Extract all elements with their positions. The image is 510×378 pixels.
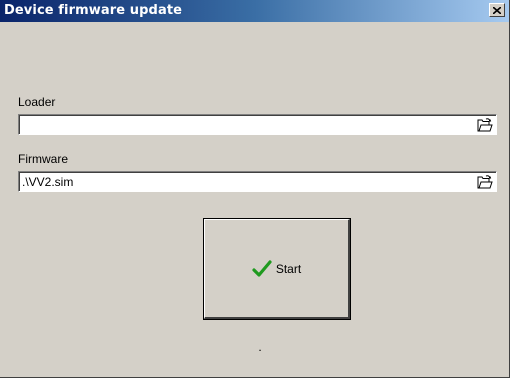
close-button[interactable]	[489, 3, 505, 17]
start-button-content: Start	[252, 259, 302, 278]
checkmark-icon	[252, 259, 272, 277]
title-bar[interactable]: Device firmware update	[0, 0, 509, 22]
loader-field[interactable]	[18, 114, 497, 135]
open-folder-icon	[477, 118, 493, 132]
firmware-path-text: .\VV2.sim	[22, 175, 74, 189]
start-button[interactable]: Start	[203, 218, 351, 320]
status-text: .	[258, 340, 262, 354]
firmware-update-dialog: Device firmware update Loader Firmware .…	[0, 0, 510, 378]
firmware-field[interactable]: .\VV2.sim	[18, 171, 497, 192]
start-button-label: Start	[275, 261, 302, 276]
firmware-browse-button[interactable]	[476, 174, 494, 190]
window-title: Device firmware update	[4, 3, 183, 18]
firmware-label: Firmware	[18, 152, 68, 166]
loader-label: Loader	[18, 95, 56, 109]
close-icon	[493, 6, 501, 14]
loader-browse-button[interactable]	[476, 117, 494, 133]
open-folder-icon	[477, 175, 493, 189]
